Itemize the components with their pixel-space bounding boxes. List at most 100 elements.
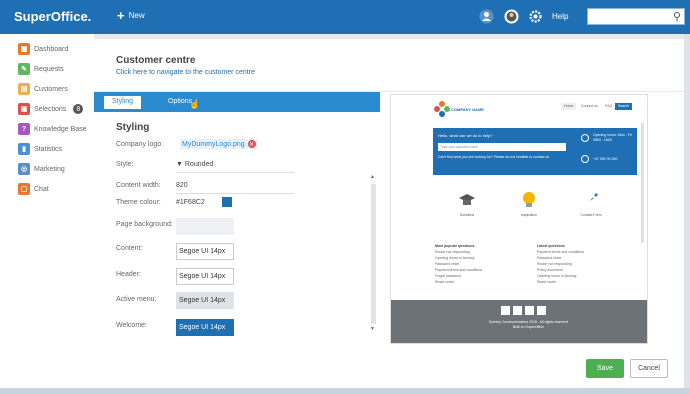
- content-width-field[interactable]: 820: [176, 182, 188, 189]
- preview-hero-subtitle: Can't find what you are looking for? Ple…: [438, 155, 550, 159]
- new-button[interactable]: + New: [117, 7, 145, 23]
- preview-hero: Hello, what can we do to help? Type your…: [433, 128, 637, 175]
- active-menu-font-picker[interactable]: Segoe UI 14px: [176, 292, 234, 309]
- style-select[interactable]: ▼ Rounded: [176, 161, 213, 168]
- gear-icon[interactable]: [528, 9, 543, 24]
- sidebar: ▦ Dashboard ✎ Requests ▤ Customers ▣ Sel…: [0, 34, 94, 394]
- list-item: Reset router: [435, 280, 455, 284]
- preview-logo: [433, 100, 451, 118]
- company-logo-filename: MyDummyLogo.png: [182, 140, 245, 148]
- sidebar-item-statistics[interactable]: ▮ Statistics: [18, 143, 62, 155]
- sidebar-item-label: Knowledge Base: [34, 125, 87, 133]
- page-header: Customer centre Click here to navigate t…: [94, 39, 690, 91]
- scroll-down-icon[interactable]: ▼: [370, 326, 375, 332]
- welcome-font-label: Welcome:: [116, 322, 147, 329]
- active-menu-font-label: Active menu:: [116, 296, 157, 303]
- preview-latest-list: Latest questions Payment terms and condi…: [537, 243, 584, 285]
- content-font-picker[interactable]: Segoe UI 14px: [176, 243, 234, 260]
- sidebar-item-customers[interactable]: ▤ Customers: [18, 83, 68, 95]
- form-title: Styling: [116, 122, 150, 133]
- window-bottom-edge: [0, 388, 690, 394]
- preview-footer: Dummy Communications 2015 - All rights r…: [391, 300, 647, 343]
- save-button[interactable]: Save: [586, 359, 624, 378]
- sidebar-item-knowledge-base[interactable]: ? Knowledge Base: [18, 123, 87, 135]
- scroll-up-icon[interactable]: ▲: [370, 174, 375, 180]
- preview-card-contact-form: Contact Form: [571, 191, 611, 217]
- statistics-icon: ▮: [18, 143, 30, 155]
- hand-cursor-icon: ☝: [189, 99, 201, 109]
- page-background-picker[interactable]: [176, 218, 234, 235]
- style-label: Style:: [116, 161, 134, 168]
- company-logo-file[interactable]: MyDummyLogo.png ✕: [180, 139, 258, 149]
- plus-icon: +: [117, 7, 125, 23]
- preview-pane: COMPANY NAME Home Contact us FAQ Search …: [390, 94, 648, 344]
- preview-popular-list: Most popular questions Router not respon…: [435, 243, 482, 285]
- content-width-label: Content width:: [116, 182, 161, 189]
- sidebar-item-selections[interactable]: ▣ Selections 8: [18, 103, 84, 115]
- cancel-button[interactable]: Cancel: [630, 359, 668, 378]
- new-button-label: New: [128, 11, 145, 20]
- help-link[interactable]: Help: [552, 12, 568, 21]
- styling-form: Styling Company logo: MyDummyLogo.png ✕ …: [94, 112, 380, 346]
- tab-styling[interactable]: Styling: [104, 96, 142, 109]
- remove-icon[interactable]: ✕: [247, 140, 256, 148]
- search-icon: ⚲: [672, 11, 681, 23]
- lightbulb-icon: [520, 191, 538, 209]
- content-font-label: Content:: [116, 245, 143, 252]
- phone-icon: [581, 155, 589, 163]
- preview-opening-hours: Opening hours: Mon - Fri 0800 - 1600: [593, 133, 632, 142]
- sidebar-item-label: Chat: [34, 185, 49, 193]
- form-scrollbar[interactable]: ▲ ▼: [370, 174, 377, 334]
- style-underline: [176, 172, 294, 173]
- linkedin-icon: [525, 306, 534, 315]
- sidebar-item-label: Statistics: [34, 145, 63, 153]
- action-bar: Save Cancel: [94, 346, 690, 394]
- email-icon: [501, 306, 510, 315]
- preview-card-label: Inspiration: [520, 213, 538, 217]
- twitter-icon: [537, 306, 546, 315]
- graduation-cap-icon: [458, 191, 476, 209]
- sidebar-item-dashboard[interactable]: ▦ Dashboard: [18, 43, 68, 55]
- header-font-picker[interactable]: Segoe UI 14px: [176, 268, 234, 285]
- rocket-icon: [582, 191, 600, 209]
- selections-icon: ▣: [18, 103, 30, 115]
- dashboard-icon: ▦: [18, 43, 30, 55]
- preview-hero-title: Hello, what can we do to help?: [438, 133, 493, 138]
- preview-nav-contact: Contact us: [581, 104, 598, 108]
- search-input[interactable]: ⚲: [587, 8, 685, 25]
- sidebar-item-label: Requests: [34, 65, 64, 73]
- settings-panel: Styling Options ☝ Styling Company logo: …: [94, 92, 690, 394]
- preview-phone: +47 900 00 000: [593, 157, 618, 161]
- customer-centre-link[interactable]: Click here to navigate to the customer c…: [116, 69, 255, 76]
- user-icon[interactable]: [479, 9, 494, 24]
- preview-logo-text: COMPANY NAME: [451, 107, 484, 112]
- theme-colour-swatch[interactable]: [222, 197, 232, 207]
- facebook-icon: [513, 306, 522, 315]
- sidebar-item-label: Dashboard: [34, 45, 69, 53]
- theme-colour-label: Theme colour:: [116, 199, 161, 206]
- preview-card-solutions: Solutions: [447, 191, 487, 217]
- welcome-font-picker[interactable]: Segoe UI 14px: [176, 319, 234, 336]
- preview-scrollbar: [641, 123, 644, 243]
- page-title: Customer centre: [116, 55, 196, 66]
- preview-card-label: Solutions: [459, 213, 475, 217]
- avatar[interactable]: [504, 9, 519, 24]
- app-logo[interactable]: SuperOffice.: [14, 9, 91, 24]
- requests-icon: ✎: [18, 63, 30, 75]
- sidebar-item-label: Selections: [34, 105, 67, 113]
- window-right-edge: [684, 34, 690, 394]
- sidebar-item-label: Marketing: [34, 165, 65, 173]
- preview-card-label: Contact Form: [580, 213, 602, 217]
- scroll-track[interactable]: [371, 184, 376, 324]
- preview-card-inspiration: Inspiration: [509, 191, 549, 217]
- chat-icon: ▢: [18, 183, 30, 195]
- sidebar-item-marketing[interactable]: ◎ Marketing: [18, 163, 65, 175]
- marketing-icon: ◎: [18, 163, 30, 175]
- tab-bar: Styling Options ☝: [94, 92, 380, 112]
- sidebar-item-requests[interactable]: ✎ Requests: [18, 63, 64, 75]
- sidebar-item-label: Customers: [34, 85, 68, 93]
- sidebar-item-chat[interactable]: ▢ Chat: [18, 183, 49, 195]
- content-width-underline: [176, 193, 294, 194]
- theme-colour-field[interactable]: #1F68C2: [176, 199, 205, 206]
- selections-badge: 8: [73, 104, 84, 114]
